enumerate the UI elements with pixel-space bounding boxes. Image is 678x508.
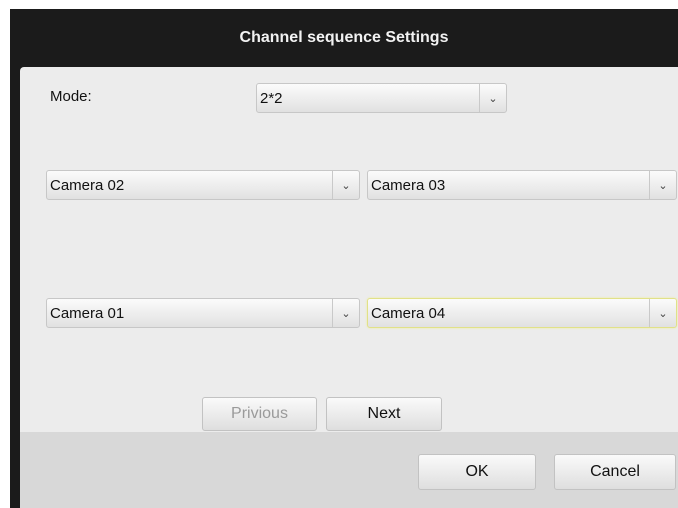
chevron-down-icon[interactable]: ⌄	[649, 171, 676, 199]
mode-label: Mode:	[50, 88, 92, 105]
channel-select-top-right[interactable]: Camera 03 ⌄	[367, 170, 677, 200]
ok-button[interactable]: OK	[418, 454, 536, 490]
previous-button[interactable]: Privious	[202, 397, 317, 431]
channel-select-value: Camera 03	[371, 176, 446, 194]
chevron-down-icon[interactable]: ⌄	[479, 84, 506, 112]
chevron-down-icon[interactable]: ⌄	[649, 299, 676, 327]
channel-select-top-left[interactable]: Camera 02 ⌄	[46, 170, 360, 200]
dialog-content: Mode: 2*2 ⌄ Camera 02 ⌄ Camera 03 ⌄ Came…	[20, 67, 678, 508]
channel-select-bottom-left[interactable]: Camera 01 ⌄	[46, 298, 360, 328]
mode-select[interactable]: 2*2 ⌄	[256, 83, 507, 113]
next-button[interactable]: Next	[326, 397, 442, 431]
channel-select-value: Camera 04	[371, 304, 446, 322]
channel-select-bottom-right[interactable]: Camera 04 ⌄	[367, 298, 677, 328]
channel-sequence-dialog: Channel sequence Settings Mode: 2*2 ⌄ Ca…	[10, 9, 678, 508]
chevron-down-icon[interactable]: ⌄	[332, 171, 359, 199]
chevron-down-icon[interactable]: ⌄	[332, 299, 359, 327]
mode-select-value: 2*2	[260, 89, 283, 107]
channel-select-value: Camera 01	[50, 304, 125, 322]
channel-select-value: Camera 02	[50, 176, 125, 194]
dialog-title: Channel sequence Settings	[10, 9, 678, 67]
cancel-button[interactable]: Cancel	[554, 454, 676, 490]
dialog-footer: OK Cancel	[20, 432, 678, 508]
